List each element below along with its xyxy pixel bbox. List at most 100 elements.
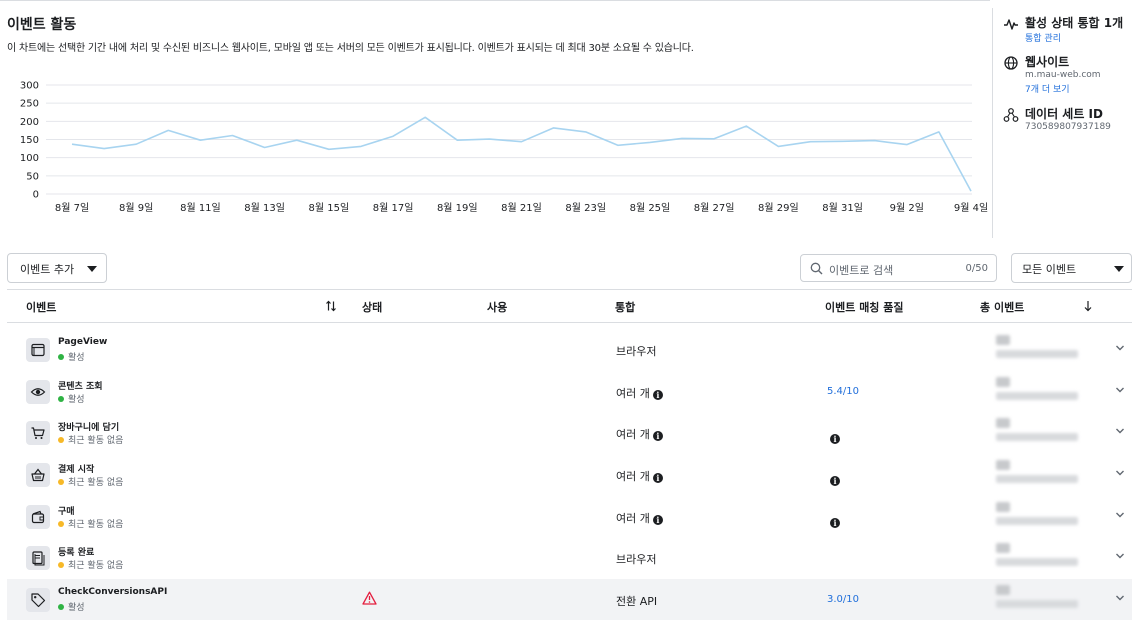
data-point[interactable] — [360, 145, 362, 147]
chevron-down-icon — [87, 266, 97, 272]
chevron-down-icon[interactable] — [1115, 552, 1125, 560]
data-point[interactable] — [135, 143, 137, 145]
column-header-usage[interactable]: 사용 — [487, 299, 507, 315]
chevron-down-icon[interactable] — [1115, 427, 1125, 435]
info-icon[interactable]: i — [830, 518, 840, 528]
match-quality-score[interactable]: 3.0/10 — [827, 594, 859, 605]
column-header-integration[interactable]: 통합 — [615, 299, 635, 315]
data-point[interactable] — [553, 127, 555, 129]
data-point[interactable] — [809, 141, 811, 143]
total-events-count-redacted — [996, 543, 1010, 553]
table-row[interactable]: 결제 시작 최근 활동 없음 여러 개i i — [7, 454, 1132, 495]
match-quality-score[interactable]: 5.4/10 — [827, 386, 859, 397]
status-dot — [58, 354, 64, 360]
event-name[interactable]: PageView — [58, 337, 107, 347]
table-row[interactable]: 등록 완료 최근 활동 없음 브라우저 — [7, 537, 1132, 578]
data-point[interactable] — [938, 131, 940, 133]
table-row[interactable]: PageView 활성 브라우저 — [7, 329, 1132, 370]
data-point[interactable] — [906, 144, 908, 146]
column-header-match-quality[interactable]: 이벤트 매칭 품질 — [825, 299, 904, 315]
data-point[interactable] — [617, 144, 619, 146]
data-point[interactable] — [713, 138, 715, 140]
page-subtitle: 이 차트에는 선택한 기간 내에 처리 및 수신된 비즈니스 웹사이트, 모바일… — [7, 43, 694, 54]
data-point[interactable] — [392, 135, 394, 137]
data-point[interactable] — [456, 139, 458, 141]
x-tick-label: 8월 11일 — [180, 202, 221, 214]
total-events-count-redacted — [996, 377, 1010, 387]
data-point[interactable] — [296, 139, 298, 141]
wallet-icon — [31, 510, 45, 524]
table-row[interactable]: CheckConversionsAPI 활성 전환 API 3.0/10 — [7, 579, 1132, 620]
event-name[interactable]: 구매 — [58, 504, 75, 517]
data-point[interactable] — [264, 146, 266, 148]
event-search-input[interactable]: 이벤트로 검색 0/50 — [800, 254, 997, 282]
event-name[interactable]: 등록 완료 — [58, 545, 94, 558]
manage-integrations-link[interactable]: 통합 관리 — [1025, 31, 1061, 44]
info-icon[interactable]: i — [652, 431, 663, 441]
data-point[interactable] — [649, 141, 651, 143]
y-tick-label: 100 — [20, 153, 39, 164]
column-header-event[interactable]: 이벤트 — [26, 299, 56, 315]
data-point[interactable] — [232, 135, 234, 137]
event-name[interactable]: 결제 시작 — [58, 462, 94, 475]
chevron-down-icon[interactable] — [1115, 594, 1125, 602]
data-point[interactable] — [585, 131, 587, 133]
event-name[interactable]: 콘텐츠 조회 — [58, 379, 103, 392]
x-tick-label: 8월 27일 — [694, 202, 735, 214]
data-point[interactable] — [167, 129, 169, 131]
chevron-down-icon[interactable] — [1115, 386, 1125, 394]
chevron-down-icon[interactable] — [1115, 511, 1125, 519]
info-icon[interactable]: i — [652, 473, 663, 483]
match-quality-info-icon[interactable]: i — [830, 426, 840, 445]
data-point[interactable] — [842, 140, 844, 142]
integration-type: 전환 API — [616, 593, 657, 609]
match-quality-info-icon[interactable]: i — [830, 510, 840, 529]
dataset-id: 730589807937189 — [1025, 122, 1111, 132]
warning-icon[interactable] — [362, 591, 377, 605]
table-row[interactable]: 구매 최근 활동 없음 여러 개i i — [7, 496, 1132, 537]
column-header-status[interactable]: 상태 — [362, 299, 382, 315]
chevron-down-icon — [1114, 266, 1124, 272]
x-tick-label: 8월 25일 — [630, 202, 671, 214]
integration-type: 여러 개i — [616, 426, 663, 442]
data-point[interactable] — [970, 190, 972, 192]
info-icon[interactable]: i — [652, 515, 663, 525]
table-row[interactable]: 콘텐츠 조회 활성 여러 개i 5.4/10 — [7, 371, 1132, 412]
total-events-count-redacted — [996, 502, 1010, 512]
event-type-icon — [26, 505, 50, 529]
globe-icon — [1004, 56, 1018, 70]
event-filter-dropdown[interactable]: 모든 이벤트 — [1011, 253, 1132, 283]
integration-type: 여러 개i — [616, 510, 663, 526]
data-point[interactable] — [424, 116, 426, 118]
data-point[interactable] — [521, 141, 523, 143]
series-line[interactable] — [71, 116, 972, 192]
data-point[interactable] — [103, 148, 105, 150]
info-icon[interactable]: i — [830, 476, 840, 486]
event-status-text: 최근 활동 없음 — [68, 436, 124, 446]
add-event-button[interactable]: 이벤트 추가 — [7, 253, 107, 283]
sort-icon[interactable] — [325, 300, 337, 312]
info-icon[interactable]: i — [652, 390, 663, 400]
x-tick-label: 9월 2일 — [890, 202, 924, 214]
sort-descending-icon[interactable] — [1083, 300, 1093, 312]
x-tick-label: 8월 7일 — [55, 202, 89, 214]
data-point[interactable] — [777, 145, 779, 147]
data-point[interactable] — [199, 139, 201, 141]
data-point[interactable] — [745, 125, 747, 127]
data-point[interactable] — [328, 148, 330, 150]
chevron-down-icon[interactable] — [1115, 344, 1125, 352]
data-point[interactable] — [874, 140, 876, 142]
data-point[interactable] — [488, 138, 490, 140]
website-more-link[interactable]: 7개 더 보기 — [1025, 82, 1070, 95]
info-icon[interactable]: i — [830, 434, 840, 444]
data-point[interactable] — [681, 137, 683, 139]
event-name[interactable]: CheckConversionsAPI — [58, 587, 167, 597]
column-header-total-events[interactable]: 총 이벤트 — [980, 299, 1024, 315]
total-events-count-redacted — [996, 335, 1010, 345]
data-point[interactable] — [71, 143, 73, 145]
total-events-detail-redacted — [996, 475, 1078, 483]
event-name[interactable]: 장바구니에 담기 — [58, 420, 119, 433]
match-quality-info-icon[interactable]: i — [830, 468, 840, 487]
table-row[interactable]: 장바구니에 담기 최근 활동 없음 여러 개i i — [7, 412, 1132, 453]
chevron-down-icon[interactable] — [1115, 469, 1125, 477]
